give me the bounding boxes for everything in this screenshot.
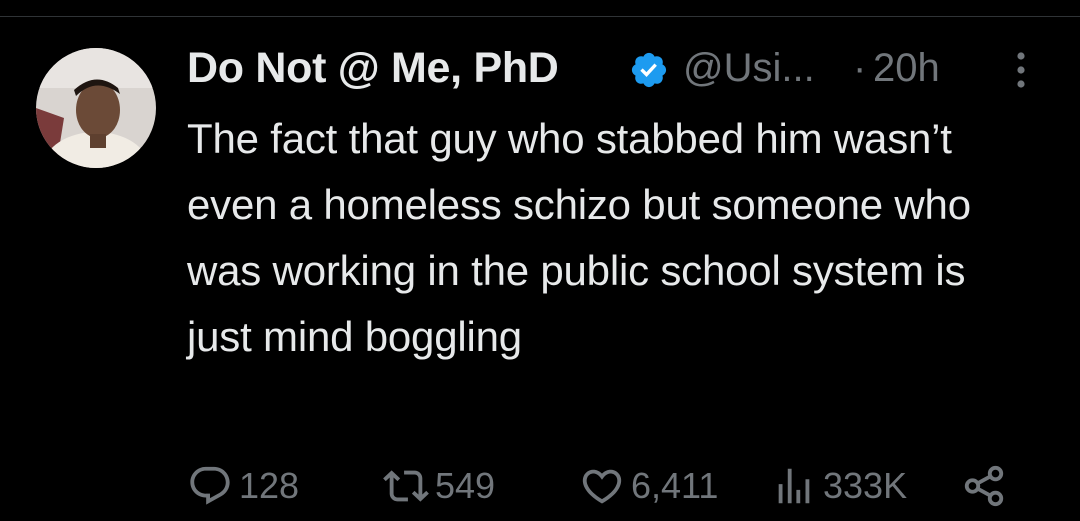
repost-button[interactable]: 549 (383, 462, 495, 510)
avatar[interactable] (36, 48, 156, 168)
tweet-text: The fact that guy who stabbed him wasn’t… (187, 115, 971, 360)
reply-count: 128 (239, 465, 300, 506)
avatar-photo (36, 48, 156, 168)
like-count: 6,411 (631, 465, 719, 506)
bar-chart-icon (771, 463, 817, 509)
more-dots-icon[interactable] (1007, 48, 1035, 92)
heart-icon (579, 463, 625, 509)
action-bar: 128 549 6,411 333K (187, 462, 1017, 510)
handle[interactable]: @Usi... (683, 46, 815, 91)
reply-bubble-icon (187, 463, 233, 509)
share-icon (961, 463, 1007, 509)
verified-badge-icon (629, 50, 669, 90)
tweet[interactable]: Do Not @ Me, PhD @Usi... · 20h The fact … (0, 0, 1080, 521)
views-count: 333K (823, 465, 908, 506)
share-button[interactable] (961, 462, 1007, 510)
display-name[interactable]: Do Not @ Me, PhD (187, 44, 559, 93)
timestamp[interactable]: 20h (873, 46, 940, 91)
tweet-header: Do Not @ Me, PhD @Usi... · 20h (187, 40, 1047, 96)
like-button[interactable]: 6,411 (579, 462, 718, 510)
repost-count: 549 (435, 465, 496, 506)
repost-arrows-icon (383, 463, 429, 509)
views-button[interactable]: 333K (771, 462, 907, 510)
reply-button[interactable]: 128 (187, 462, 299, 510)
separator-dot: · (853, 46, 867, 90)
